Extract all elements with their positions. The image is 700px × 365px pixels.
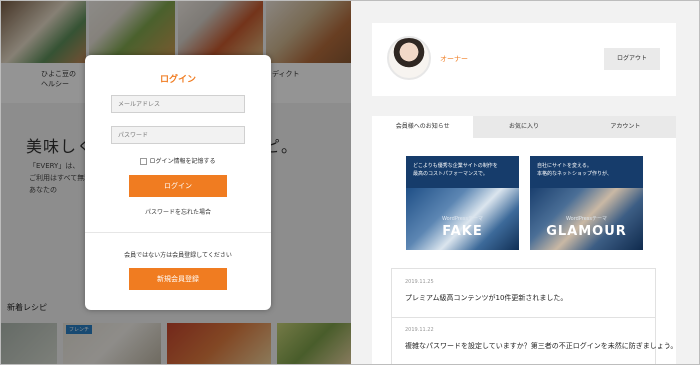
login-button[interactable]: ログイン xyxy=(129,175,227,197)
logout-button[interactable]: ログアウト xyxy=(604,48,660,70)
news-date: 2019.11.25 xyxy=(405,279,434,285)
member-page: オーナー ログアウト 会員様へのお知らせ お気に入り アカウント どこよりも優秀… xyxy=(351,1,699,364)
banner-headline: どこよりも優秀な企業サイトの制作を 最高のコストパフォーマンスで。 xyxy=(406,156,519,188)
banner-name: GLAMOUR xyxy=(546,224,627,239)
remember-me[interactable]: ログイン情報を記憶する xyxy=(85,156,271,165)
remember-label: ログイン情報を記憶する xyxy=(149,158,216,165)
banner-brand: WordPressテーマ xyxy=(441,216,483,222)
divider xyxy=(85,232,271,233)
password-input[interactable] xyxy=(111,126,245,144)
list-item[interactable]: 2019.11.25 プレミアム級高コンテンツが10件更新されました。 xyxy=(392,269,655,318)
theme-banner-fake[interactable]: どこよりも優秀な企業サイトの制作を 最高のコストパフォーマンスで。 WordPr… xyxy=(406,156,519,250)
tab-notices[interactable]: 会員様へのお知らせ xyxy=(372,116,474,138)
profile-card: オーナー ログアウト xyxy=(372,23,676,96)
login-modal: ログイン ログイン情報を記憶する ログイン パスワードを忘れた場合 会員ではない… xyxy=(85,55,271,310)
avatar xyxy=(387,36,431,80)
email-input[interactable] xyxy=(111,95,245,113)
list-item[interactable]: 2019.11.22 複雑なパスワードを設定していますか？第三者の不正ログインを… xyxy=(392,317,677,364)
member-panel: 会員様へのお知らせ お気に入り アカウント どこよりも優秀な企業サイトの制作を … xyxy=(372,116,677,364)
tab-favorites[interactable]: お気に入り xyxy=(473,116,575,138)
theme-banner-glamour[interactable]: 自社にサイトを変える。 本格的なネットショップ作りが、 WordPressテーマ… xyxy=(530,156,643,250)
banner-headline: 自社にサイトを変える。 本格的なネットショップ作りが、 xyxy=(530,156,643,188)
tab-account[interactable]: アカウント xyxy=(574,116,676,138)
banner-name: FAKE xyxy=(442,224,483,239)
tab-bar: 会員様へのお知らせ お気に入り アカウント xyxy=(372,116,676,138)
user-role: オーナー xyxy=(440,55,468,63)
banner-brand: WordPressテーマ xyxy=(565,216,607,222)
forgot-password-link[interactable]: パスワードを忘れた場合 xyxy=(85,207,271,216)
news-text: 複雑なパスワードを設定していますか？第三者の不正ログインを未然に防ぎましょう。 xyxy=(405,342,678,350)
screenshot-frame: ひよこ豆の ヘルシー ディクト 美味しく、楽しい、安心のレシピ。 「EVERY」… xyxy=(0,0,700,365)
register-button[interactable]: 新規会員登録 xyxy=(129,268,227,290)
remember-checkbox[interactable] xyxy=(140,158,148,165)
news-list: 2019.11.25 プレミアム級高コンテンツが10件更新されました。 2019… xyxy=(391,268,677,364)
news-date: 2019.11.22 xyxy=(405,327,434,333)
modal-title: ログイン xyxy=(159,75,196,85)
not-member-text: 会員ではない方は会員登録してください xyxy=(124,252,232,259)
site-background: ひよこ豆の ヘルシー ディクト 美味しく、楽しい、安心のレシピ。 「EVERY」… xyxy=(1,1,351,364)
news-text: プレミアム級高コンテンツが10件更新されました。 xyxy=(405,294,568,302)
